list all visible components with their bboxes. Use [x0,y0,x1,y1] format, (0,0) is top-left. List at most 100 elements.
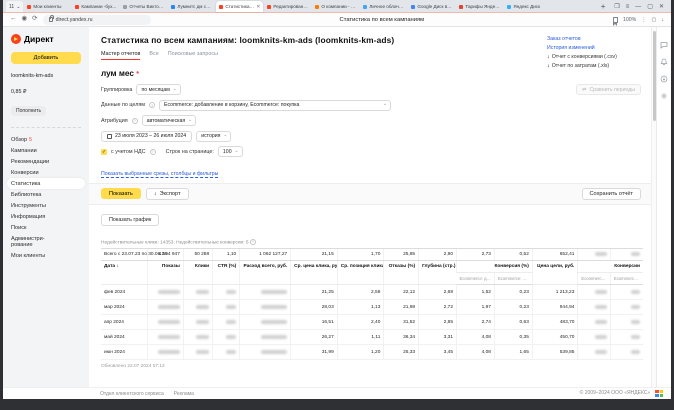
downloads-icon[interactable]: ↓ [661,17,664,23]
column-header[interactable]: Глубина (стр.) [419,261,457,285]
bell-icon[interactable] [660,58,668,66]
subcolumn-header[interactable]: Ecommerce: по... [610,273,643,285]
column-header[interactable]: Конверсия (%) [457,261,533,273]
browser-menu-icon[interactable]: ≡ [626,4,630,10]
download-icon: ↓ [547,63,550,69]
sidebar-item-мои-клиенты[interactable]: Мои клиенты [7,250,85,261]
help-icon[interactable]: ? [132,118,138,124]
sidebar-item-поиск[interactable]: Поиск [7,222,85,233]
metrika-informer-icon[interactable] [655,390,663,398]
goals-select[interactable]: Ecommerce: добавление в корзину, Ecommer… [159,100,391,111]
sidebar-item-библиотека[interactable]: Библиотека [7,189,85,200]
column-header[interactable]: CTR (%) [213,261,240,285]
sidebar-item-инструменты[interactable]: Инструменты [7,200,85,211]
back-button[interactable]: ← [10,16,17,23]
date-preset-select[interactable]: история [196,131,231,142]
save-report-button[interactable]: Сохранить отчёт [582,188,642,200]
add-campaign-button[interactable]: Добавить [11,52,81,64]
client-service-link[interactable]: Отдел клиентского сервиса [100,391,164,397]
browser-tab[interactable]: Личное облачн... [360,1,407,12]
export-download-icon: ↓ [154,191,157,197]
column-header[interactable]: Ср. позиция клика [337,261,384,285]
download-icon: ↓ [547,54,550,60]
help-icon[interactable]: ? [250,239,256,245]
browser-tab[interactable]: Яндекс Диск [504,1,551,12]
downloads-circle-icon[interactable] [660,75,668,83]
browser-tab[interactable]: Google Диск вс... [408,1,455,12]
browser-tab[interactable]: Тарифы Яндекс 3... [456,1,503,12]
change-history-link[interactable]: История изменений [547,45,641,51]
show-button[interactable]: Показать [101,188,141,199]
browser-tab[interactable]: Редактировани... [264,1,311,12]
date-range-button[interactable]: 23 июля 2023 – 26 июля 2024 [101,131,192,142]
column-header[interactable]: Показы [148,261,184,285]
page-scrollbar[interactable] [651,27,656,387]
sidebar-item-информация[interactable]: Информация [7,211,85,222]
costs-report-link[interactable]: ↓ Отчет по затратам (.xls) [547,63,641,69]
browser-tab[interactable]: Отчеты Викторо... [120,1,167,12]
subcolumn-header[interactable]: Ecommerce: по... [494,273,532,285]
minimize-button[interactable]: — [635,4,641,10]
scrollbar-thumb[interactable] [653,31,656,121]
column-header[interactable]: Цена цели, руб. [532,261,578,285]
close-button[interactable]: ✕ [659,3,664,10]
gear-icon[interactable] [660,92,668,100]
column-header[interactable]: Клики [183,261,212,285]
export-button[interactable]: ↓ Экспорт [146,188,189,200]
column-header[interactable]: Дата ↓ [101,261,148,285]
attribution-select[interactable]: автоматическая [142,115,197,126]
subcolumn-header[interactable]: Ecommerce: до... [457,273,495,285]
value-cell: 2,68 [419,285,457,300]
sidebar-item-обзор[interactable]: Обзор5 [7,134,85,145]
conversions-report-link[interactable]: ↓ Отчет с конверсиями (.csv) [547,54,641,60]
show-graph-button[interactable]: Показать график [101,214,159,226]
grouping-select[interactable]: по месяцам [136,84,180,95]
lock-icon [49,17,53,22]
browser-tab[interactable]: Лумнитс дм соц... [168,1,215,12]
help-icon[interactable]: ? [149,102,155,108]
sidebar-item-конверсии[interactable]: Конверсии [7,167,85,178]
panel-icon[interactable]: ▢ [652,17,657,23]
bookmark-icon[interactable] [613,17,618,23]
column-header[interactable]: Конверсии [578,261,643,273]
tab-all[interactable]: Все [149,51,158,60]
browser-tab[interactable]: Кампании -бух... [72,1,119,12]
value-cell: 0,35 [494,330,532,345]
browser-tab[interactable]: О компании - вст... [312,1,359,12]
more-icon[interactable]: ⋮ [641,17,646,23]
column-header[interactable]: Отказы (%) [384,261,419,285]
column-header[interactable]: Ср. цена клика, руб. [291,261,338,285]
browser-tab[interactable]: Статистика п...✕ [216,1,263,12]
sidebar-item-кампании[interactable]: Кампании [7,145,85,156]
tab-panes-icon[interactable]: ❐ [614,3,619,10]
help-icon[interactable]: ? [150,149,156,155]
vat-checkbox[interactable]: ✓ [101,149,107,155]
order-reports-link[interactable]: Заказ отчетов [547,36,641,42]
toggle-slices-link[interactable]: Показать выбранные срезы, столбцы и филь… [101,171,218,177]
zoom-level[interactable]: 100% [623,17,636,23]
chat-icon[interactable] [660,41,668,49]
direct-logo[interactable]: Директ [11,34,81,44]
subcolumn-header[interactable]: Ecommerce: до... [578,273,611,285]
sidebar-item-статистика[interactable]: Статистика [7,178,85,189]
compare-periods-button[interactable]: ⇄ Сравнить периоды [576,84,641,95]
rows-per-page-select[interactable]: 100 [218,146,243,157]
new-tab-button[interactable]: + [597,2,610,12]
topup-button[interactable]: Пополнить [11,106,46,116]
maximize-button[interactable]: ▢ [647,3,653,10]
tab-counter[interactable]: 11 ⌄ [6,1,23,12]
protect-shield-icon[interactable]: ◉ [22,16,28,23]
tab-close-icon[interactable]: ✕ [256,4,260,10]
browser-tab[interactable]: Мои клиенты [24,1,71,12]
value-cell [578,300,611,315]
reload-button[interactable]: ⟳ [32,16,37,23]
column-header[interactable]: Расход всего, руб. [240,261,291,285]
tab-search-queries[interactable]: Поисковые запросы [168,51,218,60]
report-name[interactable]: лум мес * [101,69,643,78]
sidebar-item-рекомендации[interactable]: Рекомендации [7,156,85,167]
sidebar-item-администри-рование[interactable]: Администри- рование [7,233,85,250]
account-name[interactable]: loomknits-km-ads [11,73,81,79]
tab-report-wizard[interactable]: Мастер отчетов [101,51,140,60]
address-bar[interactable]: direct.yandex.ru [43,15,151,25]
ads-link[interactable]: Реклама [174,391,194,397]
